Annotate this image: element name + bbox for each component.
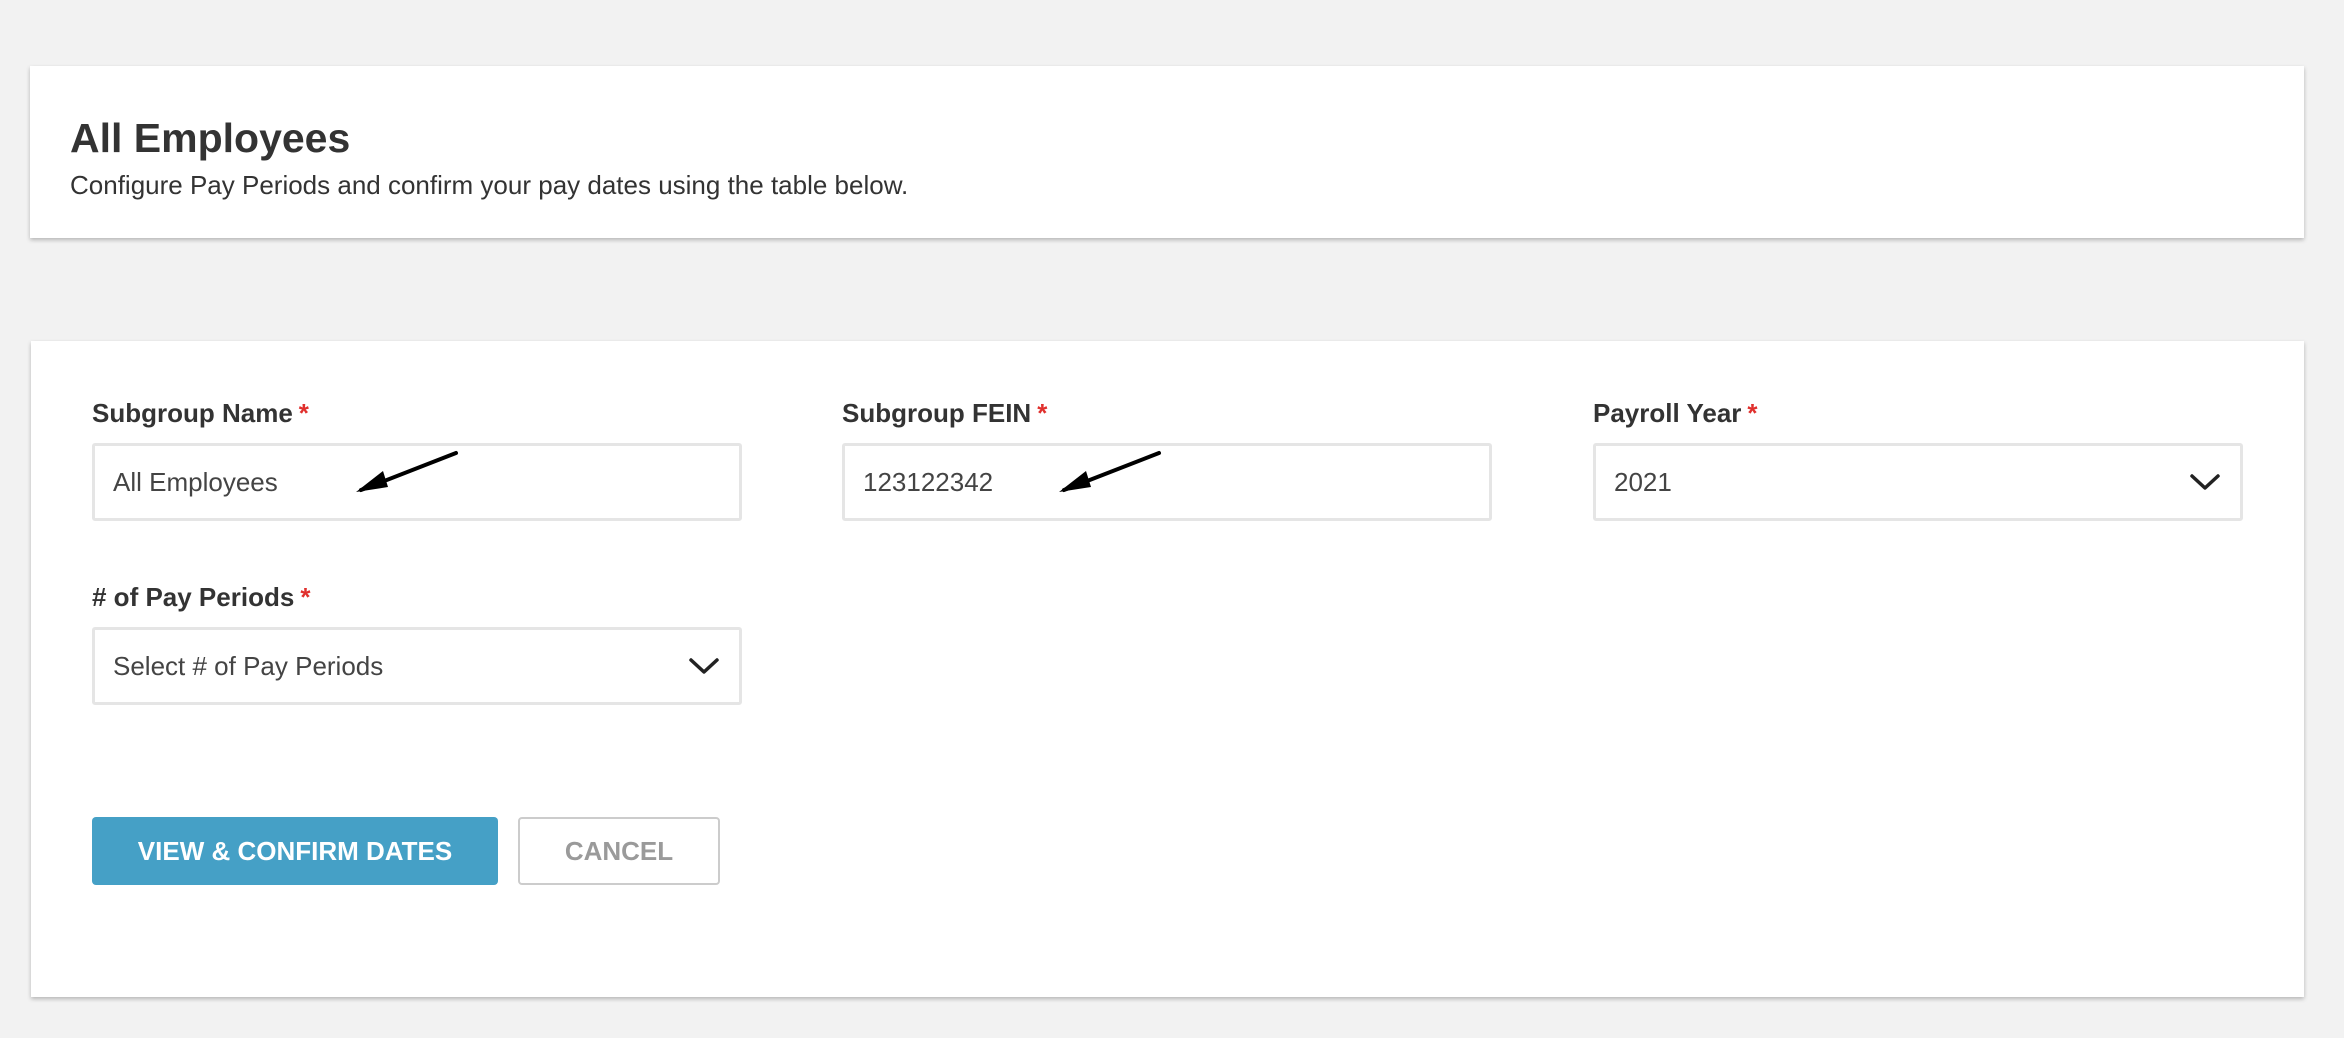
subgroup-fein-input[interactable] xyxy=(863,466,1471,498)
required-mark: * xyxy=(298,398,309,428)
page-title: All Employees xyxy=(70,115,351,161)
pay-periods-label-text: # of Pay Periods xyxy=(92,582,295,612)
payroll-year-selected-value: 2021 xyxy=(1614,466,1672,497)
subgroup-fein-label-text: Subgroup FEIN xyxy=(842,398,1032,428)
subgroup-name-label: Subgroup Name * xyxy=(92,398,742,429)
payroll-year-label: Payroll Year * xyxy=(1593,398,2243,429)
pay-periods-placeholder: Select # of Pay Periods xyxy=(113,650,384,681)
chevron-down-icon[interactable] xyxy=(2188,465,2222,499)
pay-periods-select[interactable]: Select # of Pay Periods xyxy=(92,627,742,706)
subgroup-fein-label: Subgroup FEIN * xyxy=(842,398,1492,429)
payroll-year-label-text: Payroll Year xyxy=(1593,398,1742,428)
pay-periods-field: # of Pay Periods * Select # of Pay Period… xyxy=(92,582,742,706)
required-mark: * xyxy=(1747,398,1758,428)
page-header-card: All Employees Configure Pay Periods and … xyxy=(30,66,2304,238)
subgroup-fein-input-box[interactable] xyxy=(842,443,1492,522)
subgroup-fein-field: Subgroup FEIN * xyxy=(842,398,1492,522)
page-subtitle: Configure Pay Periods and confirm your p… xyxy=(70,170,909,200)
subgroup-name-input[interactable] xyxy=(113,466,721,498)
view-confirm-dates-button[interactable]: VIEW & CONFIRM DATES xyxy=(92,817,498,885)
required-mark: * xyxy=(1037,398,1048,428)
payroll-year-select[interactable]: 2021 xyxy=(1593,443,2243,522)
pay-periods-label: # of Pay Periods * xyxy=(92,582,742,613)
subgroup-form-card: Subgroup Name* Subgroup FEIN* Payroll Ye… xyxy=(31,341,2304,997)
required-mark: * xyxy=(300,582,311,612)
cancel-button[interactable]: CANCEL xyxy=(518,817,720,885)
chevron-down-icon[interactable] xyxy=(687,649,721,683)
subgroup-name-input-box[interactable] xyxy=(92,443,742,522)
subgroup-name-label-text: Subgroup Name xyxy=(92,398,293,428)
payroll-year-field: Payroll Year * 2021 xyxy=(1593,398,2243,522)
subgroup-name-field: Subgroup Name * xyxy=(92,398,742,522)
